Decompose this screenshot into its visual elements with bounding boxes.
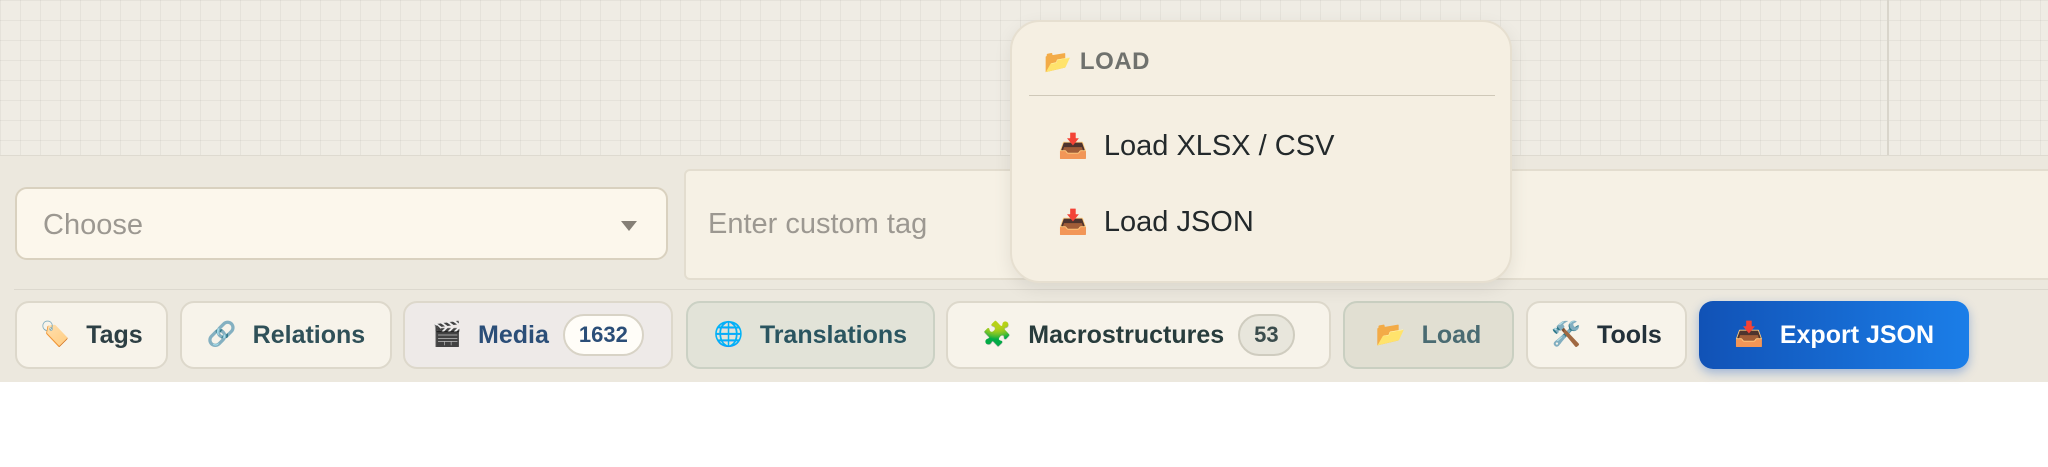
puzzle-icon: 🧩 xyxy=(982,321,1013,348)
inbox-tray-icon: 📥 xyxy=(1058,133,1088,160)
inbox-tray-icon: 📥 xyxy=(1058,209,1088,236)
choose-select-value: Choose xyxy=(43,209,143,241)
inbox-tray-icon: 📥 xyxy=(1733,321,1764,348)
clapperboard-icon: 🎬 xyxy=(432,321,463,348)
relations-button-label: Relations xyxy=(252,320,366,349)
load-button[interactable]: 📂 Load xyxy=(1343,301,1514,369)
media-button-label: Media xyxy=(478,320,549,349)
chevron-down-icon xyxy=(621,221,637,231)
load-menu-divider xyxy=(1029,95,1495,96)
load-xlsx-csv-item[interactable]: 📥 Load XLSX / CSV xyxy=(1058,130,1334,163)
relations-button[interactable]: 🔗 Relations xyxy=(180,301,392,369)
tools-icon: 🛠️ xyxy=(1551,321,1582,348)
load-menu-header: 📂 LOAD xyxy=(1044,48,1150,76)
tag-icon: 🏷️ xyxy=(40,321,71,348)
macrostructures-button[interactable]: 🧩 Macrostructures 53 xyxy=(946,301,1331,369)
export-json-button-label: Export JSON xyxy=(1779,320,1935,349)
load-button-label: Load xyxy=(1421,320,1482,349)
load-menu: 📂 LOAD 📥 Load XLSX / CSV 📥 Load JSON xyxy=(1010,20,1512,283)
choose-select[interactable]: Choose xyxy=(15,187,668,260)
canvas-divider xyxy=(1887,0,1889,155)
load-xlsx-csv-label: Load XLSX / CSV xyxy=(1103,130,1335,162)
macrostructures-button-label: Macrostructures xyxy=(1028,320,1225,349)
media-button[interactable]: 🎬 Media 1632 xyxy=(403,301,673,369)
globe-icon: 🌐 xyxy=(713,321,744,348)
translations-button-label: Translations xyxy=(759,320,908,349)
load-menu-title: LOAD xyxy=(1079,48,1150,75)
media-count-badge: 1632 xyxy=(562,314,644,356)
link-icon: 🔗 xyxy=(206,321,237,348)
export-json-button[interactable]: 📥 Export JSON xyxy=(1699,301,1969,369)
tags-button[interactable]: 🏷️ Tags xyxy=(15,301,168,369)
toolbar-divider xyxy=(14,289,2048,290)
load-json-item[interactable]: 📥 Load JSON xyxy=(1058,206,1254,239)
folder-icon: 📂 xyxy=(1044,49,1072,74)
tools-button-label: Tools xyxy=(1597,320,1662,349)
macrostructures-count-badge: 53 xyxy=(1238,314,1295,356)
tags-button-label: Tags xyxy=(86,320,143,349)
folder-icon: 📂 xyxy=(1375,321,1406,348)
tools-button[interactable]: 🛠️ Tools xyxy=(1526,301,1687,369)
translations-button[interactable]: 🌐 Translations xyxy=(686,301,935,369)
load-json-label: Load JSON xyxy=(1103,206,1254,238)
